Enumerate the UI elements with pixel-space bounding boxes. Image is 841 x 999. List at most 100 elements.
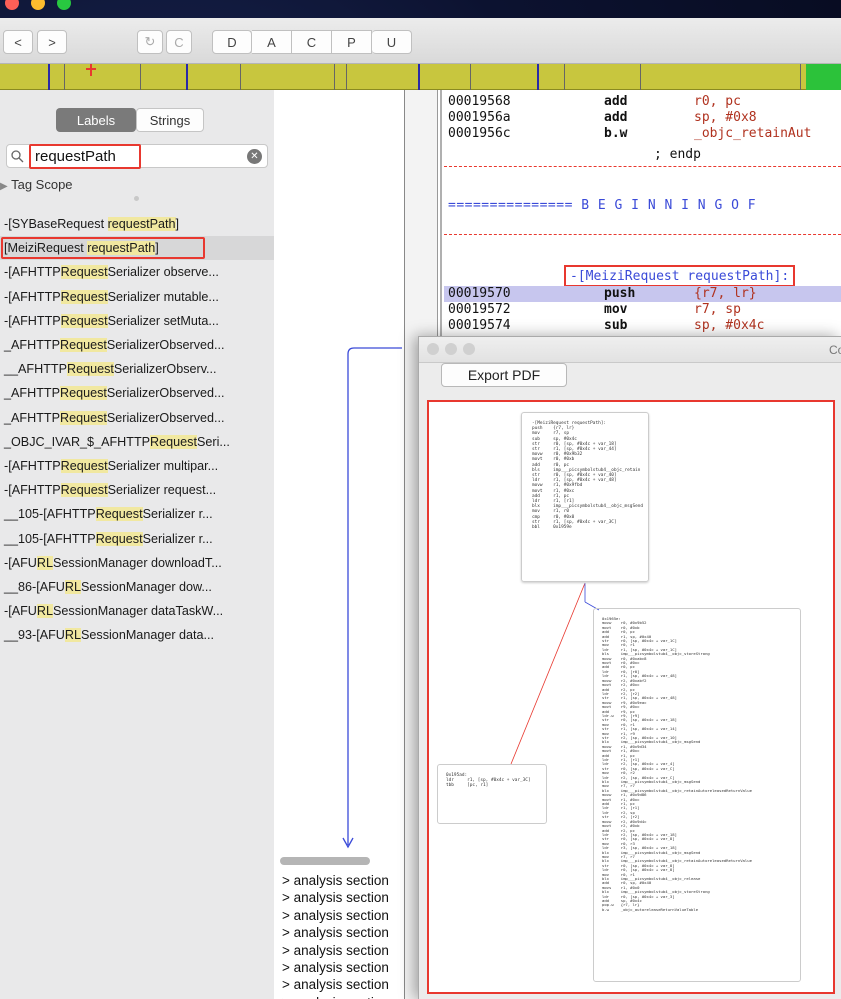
label-list-item[interactable]: _OBJC_IVAR_$_AFHTTPRequestSeri... <box>0 430 274 454</box>
forward-button[interactable]: > <box>37 30 67 54</box>
redo-icon: C <box>174 34 184 50</box>
label-text-hl: RL <box>64 628 82 643</box>
procedure-label-text: -[MeiziRequest requestPath]: <box>570 269 790 284</box>
label-text-post: Seri... <box>196 434 230 449</box>
asm-addr: 0001956c <box>448 126 511 141</box>
label-list-item[interactable]: -[AFURLSessionManager downloadT... <box>0 551 274 575</box>
label-text-pre: _AFHTTP <box>4 386 60 401</box>
label-text-post: Serializer mutable... <box>107 289 219 304</box>
export-pdf-label: Export PDF <box>467 367 541 383</box>
tag-scope-toggle[interactable]: ▶ Tag Scope <box>0 177 73 192</box>
asm-op: add <box>604 110 628 125</box>
undo-button[interactable]: ↻ <box>137 30 163 54</box>
analysis-line: > analysis section <box>282 890 389 906</box>
label-text-pre: -[AFHTTP <box>4 483 61 498</box>
splitter-handle-icon[interactable] <box>134 196 139 201</box>
label-list-item[interactable]: __93-[AFURLSessionManager data... <box>0 623 274 647</box>
asm-arg: _objc_retainAut <box>694 126 812 141</box>
pdf-preview[interactable]: -[MeiziRequest requestPath]: push {r7, l… <box>427 400 835 994</box>
asm-op: b.w <box>604 126 628 141</box>
label-text-post: SerializerObserved... <box>106 410 225 425</box>
clear-search-icon[interactable]: ✕ <box>247 149 262 164</box>
label-text-pre: -[AFU <box>4 555 37 570</box>
undo-icon: ↻ <box>144 34 156 49</box>
mode-a-button[interactable]: A <box>252 30 292 54</box>
label-text-hl: Request <box>66 362 114 377</box>
mode-u-button[interactable]: U <box>372 30 412 54</box>
horizontal-scrollbar[interactable] <box>280 857 370 865</box>
label-text-post: Serializer observe... <box>107 265 219 280</box>
label-text-pre: __93-[AFU <box>4 628 65 643</box>
label-list-item[interactable]: _AFHTTPRequestSerializerObserved... <box>0 381 274 405</box>
redo-button[interactable]: C <box>166 30 192 54</box>
graph-node-entry: -[MeiziRequest requestPath]: push {r7, l… <box>521 412 649 582</box>
analysis-console: > analysis section > analysis section > an… <box>274 857 404 999</box>
label-text-hl: RL <box>64 580 82 594</box>
label-list-item[interactable]: -[AFHTTPRequestSerializer multipar... <box>0 454 274 478</box>
search-icon <box>11 150 24 163</box>
label-text-pre: -[AFHTTP <box>4 459 61 473</box>
close-window-button[interactable] <box>5 0 19 10</box>
tab-strings[interactable]: Strings <box>136 108 204 132</box>
label-list-item[interactable]: -[AFHTTPRequestSerializer observe... <box>0 260 274 284</box>
zoom-window-button[interactable] <box>57 0 71 10</box>
analysis-line: > analysis section <box>282 994 402 999</box>
label-text-hl: Request <box>60 313 108 328</box>
mode-d-button[interactable]: D <box>212 30 252 54</box>
label-text-post: SessionManager dow... <box>81 580 212 594</box>
label-list-item[interactable]: -[AFHTTPRequestSerializer mutable... <box>0 285 274 309</box>
tab-labels[interactable]: Labels <box>56 108 136 132</box>
mode-a-label: A <box>267 34 276 50</box>
label-text-hl: Request <box>60 459 108 473</box>
back-icon: < <box>14 34 22 50</box>
label-text-hl: RL <box>36 555 53 570</box>
back-button[interactable]: < <box>3 30 33 54</box>
search-input[interactable]: requestPath <box>35 148 116 165</box>
mode-c-button[interactable]: C <box>292 30 332 54</box>
label-list-item[interactable]: _AFHTTPRequestSerializerObserved... <box>0 333 274 357</box>
disassembly-view: 00019568 add r0, pc 0001956a add sp, #0x8 0001… <box>404 90 841 350</box>
position-marker-icon <box>90 64 92 76</box>
navigation-bar[interactable] <box>0 64 841 90</box>
label-list-item[interactable]: -[AFHTTPRequestSerializer request... <box>0 478 274 502</box>
label-list-item[interactable]: __105-[AFHTTPRequestSerializer r... <box>0 502 274 526</box>
mode-p-button[interactable]: P <box>332 30 372 54</box>
label-text-post: Serializer r... <box>142 531 213 546</box>
asm-addr: 0001956a <box>448 110 511 125</box>
analysis-line: > analysis section <box>282 907 389 923</box>
minimize-window-button[interactable] <box>31 0 45 10</box>
label-text-post: Serializer r... <box>142 507 213 522</box>
selected-label-outline <box>1 237 205 260</box>
label-text-pre: -[SYBaseRequest <box>4 217 108 231</box>
label-text-pre: -[AFHTTP <box>4 313 61 328</box>
label-list-item[interactable]: __105-[AFHTTPRequestSerializer r... <box>0 527 274 551</box>
label-list-item[interactable]: __86-[AFURLSessionManager dow... <box>0 575 274 599</box>
label-text-post: Serializer setMuta... <box>107 313 219 328</box>
pdf-export-window: Co Export PDF -[MeiziRequest requestPath… <box>418 336 841 999</box>
asm-arg: r7, sp <box>694 302 741 317</box>
label-list-item[interactable]: __AFHTTPRequestSerializerObserv... <box>0 357 274 381</box>
label-text-pre: _AFHTTP <box>4 338 60 352</box>
label-text-post: SessionManager data... <box>81 628 215 643</box>
label-list-item[interactable]: -[SYBaseRequest requestPath] <box>0 212 274 236</box>
label-text-pre: __AFHTTP <box>4 362 67 377</box>
label-list-item[interactable]: [MeiziRequest requestPath] <box>0 236 274 261</box>
mode-c-label: C <box>306 34 317 50</box>
label-list-item[interactable]: -[AFHTTPRequestSerializer setMuta... <box>0 309 274 333</box>
label-text-pre: __105-[AFHTTP <box>4 531 96 546</box>
procedure-label[interactable]: -[MeiziRequest requestPath]: <box>564 265 796 287</box>
tab-strings-label: Strings <box>149 112 191 128</box>
label-text-pre: -[AFHTTP <box>4 265 61 280</box>
analysis-line: > analysis section <box>282 873 389 888</box>
label-text-post: SessionManager downloadT... <box>53 555 222 570</box>
export-pdf-button[interactable]: Export PDF <box>441 363 567 387</box>
label-list-item[interactable]: -[AFURLSessionManager dataTaskW... <box>0 599 274 623</box>
search-field[interactable]: requestPath ✕ <box>6 144 268 169</box>
asm-arg: {r7, lr} <box>694 286 757 301</box>
asm-addr: 00019570 <box>448 286 511 301</box>
label-list-item[interactable]: _AFHTTPRequestSerializerObserved... <box>0 406 274 430</box>
label-text-post: SessionManager dataTaskW... <box>53 604 224 619</box>
label-text-pre: _OBJC_IVAR_$_AFHTTP <box>4 434 151 449</box>
label-text-hl: Request <box>150 434 197 449</box>
section-banner: =============== B E G I N N I N G O F <box>448 198 757 213</box>
